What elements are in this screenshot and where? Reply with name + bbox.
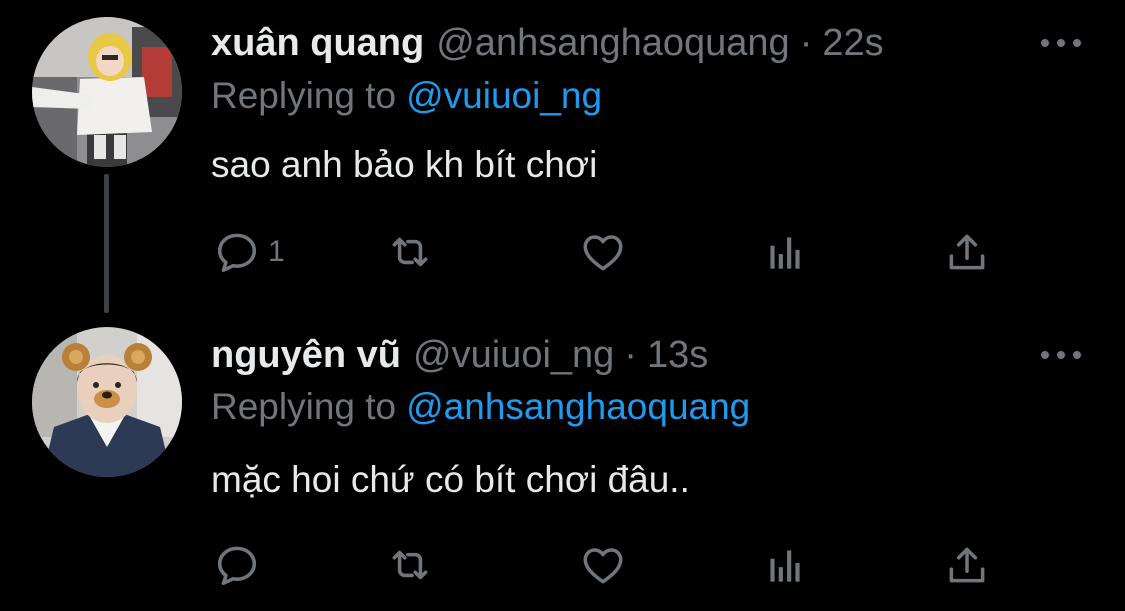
- reply-button[interactable]: [212, 537, 268, 593]
- more-dot: [1041, 39, 1049, 47]
- retweet-icon: [392, 237, 428, 267]
- replying-to-line: Replying to @anhsanghaoquang: [211, 382, 750, 432]
- tweet-header: nguyên vũ @vuiuoi_ng · 13s: [211, 330, 708, 380]
- reply-count: 1: [268, 235, 285, 268]
- replying-label: Replying to: [211, 75, 397, 116]
- share-button[interactable]: [942, 537, 992, 593]
- avatar-photo: [32, 17, 182, 167]
- retweet-button[interactable]: [385, 224, 435, 280]
- tweet-text: sao anh bảo kh bít chơi: [211, 144, 598, 185]
- like-button[interactable]: [578, 537, 628, 593]
- analytics-icon: [770, 550, 800, 582]
- share-button[interactable]: [942, 224, 992, 280]
- comment-icon: [217, 233, 257, 273]
- thread-connector-line: [104, 174, 109, 313]
- replying-label: Replying to: [211, 386, 397, 427]
- mention-link[interactable]: @vuiuoi_ng: [406, 75, 602, 116]
- more-dot: [1073, 39, 1081, 47]
- avatar-photo: [32, 327, 182, 477]
- retweet-icon: [392, 550, 428, 580]
- tweet[interactable]: xuân quang @anhsanghaoquang · 22s Replying …: [0, 0, 1125, 313]
- user-handle[interactable]: @anhsanghaoquang: [436, 22, 789, 64]
- more-dot: [1057, 39, 1065, 47]
- retweet-button[interactable]: [385, 537, 435, 593]
- replying-to-line: Replying to @vuiuoi_ng: [211, 71, 602, 121]
- display-name[interactable]: xuân quang: [211, 22, 424, 64]
- more-dot: [1057, 351, 1065, 359]
- separator-dot: ·: [799, 22, 813, 64]
- action-bar: 1: [212, 224, 1002, 280]
- heart-icon: [583, 235, 623, 271]
- separator-dot: ·: [624, 334, 637, 376]
- analytics-button[interactable]: [760, 224, 810, 280]
- tweet-header: xuân quang @anhsanghaoquang · 22s: [211, 18, 884, 68]
- more-dot: [1073, 351, 1081, 359]
- avatar[interactable]: [32, 17, 182, 167]
- comment-icon: [217, 546, 257, 586]
- mention-link[interactable]: @anhsanghaoquang: [406, 386, 750, 427]
- heart-icon: [583, 548, 623, 584]
- timestamp[interactable]: 22s: [822, 22, 883, 64]
- timestamp[interactable]: 13s: [647, 334, 708, 376]
- more-icon[interactable]: [1041, 345, 1081, 365]
- like-button[interactable]: [578, 224, 628, 280]
- display-name[interactable]: nguyên vũ: [211, 334, 401, 376]
- action-bar: [212, 537, 1002, 593]
- analytics-icon: [770, 237, 800, 269]
- share-icon: [949, 547, 985, 583]
- analytics-button[interactable]: [760, 537, 810, 593]
- user-handle[interactable]: @vuiuoi_ng: [413, 334, 614, 376]
- tweet[interactable]: nguyên vũ @vuiuoi_ng · 13s Replying to @anhs…: [0, 305, 1125, 611]
- avatar[interactable]: [32, 327, 182, 477]
- more-icon[interactable]: [1041, 33, 1081, 53]
- more-dot: [1041, 351, 1049, 359]
- reply-button[interactable]: 1: [212, 224, 285, 280]
- share-icon: [949, 234, 985, 270]
- tweet-text: mặc hoi chứ có bít chơi đâu..: [211, 459, 690, 500]
